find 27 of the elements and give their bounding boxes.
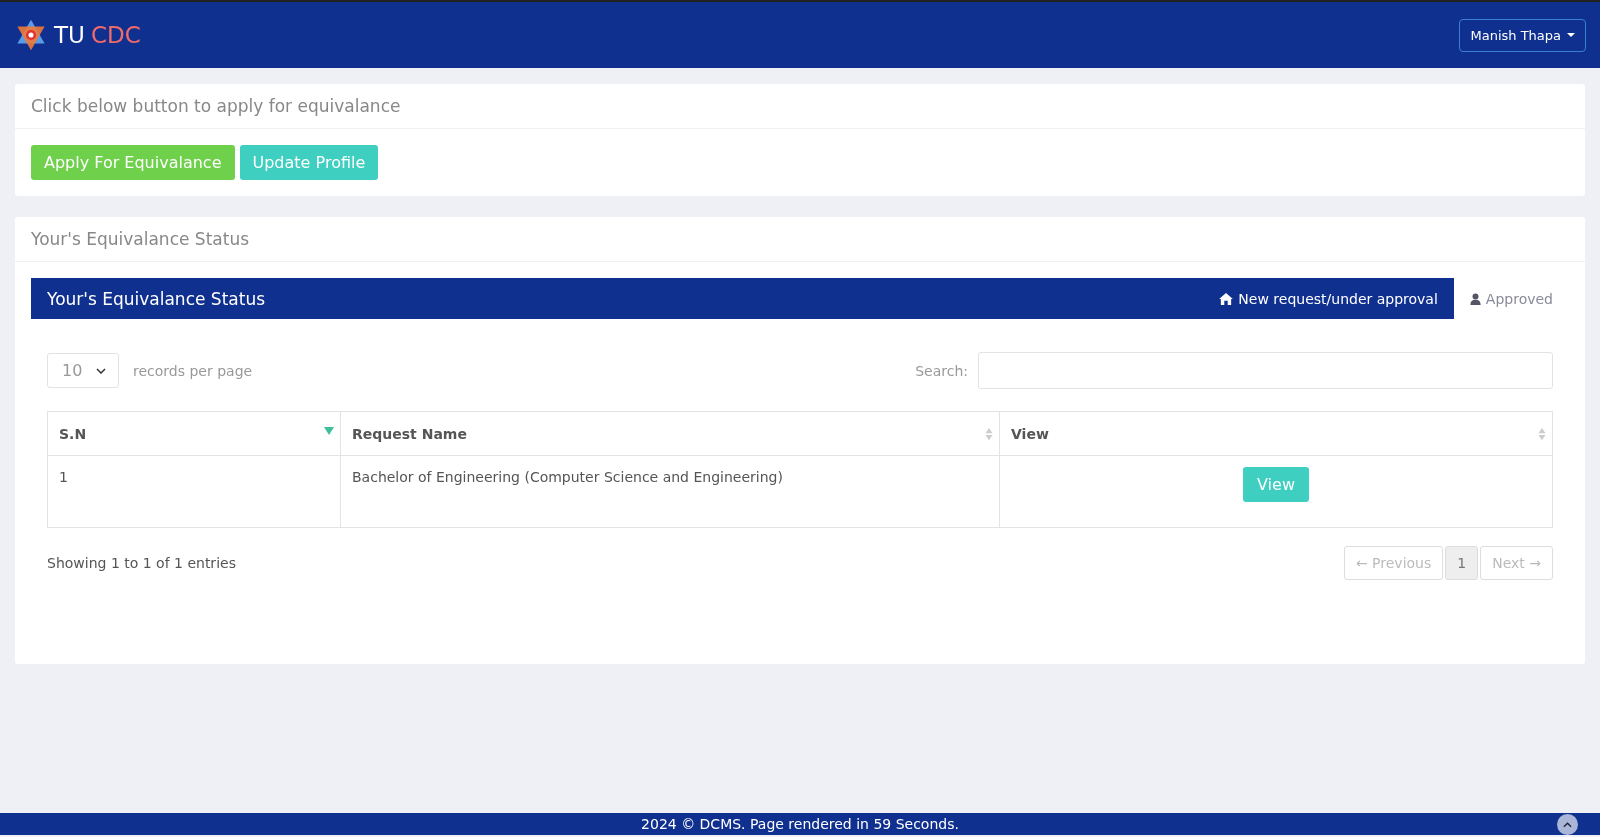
card-title: Click below button to apply for equivalance [15, 84, 1585, 129]
house-icon [1219, 292, 1234, 305]
user-icon [1469, 292, 1481, 305]
search-field[interactable] [978, 352, 1553, 389]
table-cell: Bachelor of Engineering (Computer Science and Engineering) [352, 469, 783, 485]
chevron-up-icon [1563, 821, 1572, 828]
column-header[interactable]: S.N [47, 411, 341, 456]
profile-button[interactable]: Update Profile [239, 145, 379, 180]
pagination-button[interactable]: 1 [1445, 546, 1479, 580]
table-cell: 1 [59, 469, 68, 485]
column-header[interactable]: Request Name [340, 411, 1000, 456]
apply-button[interactable]: Apply For Equivalance [31, 145, 235, 180]
user-menu-button[interactable]: Manish Thapa [1459, 18, 1586, 52]
scroll-top-button[interactable] [1557, 814, 1578, 835]
panel-title: Your's Equivalance Status [47, 288, 266, 309]
page-size-select[interactable]: 10 [47, 353, 119, 388]
footer-text: 2024 © DCMS. Page rendered in 59 Seconds. [641, 816, 959, 832]
caret-icon [1567, 33, 1575, 37]
brand-name-accent: CDC [90, 22, 141, 48]
page-size-label: records per page [133, 362, 253, 379]
view-button[interactable]: View [1243, 467, 1309, 502]
brand-name: TU [54, 22, 85, 48]
search-label: Search: [915, 362, 968, 379]
card-title: Your's Equivalance Status [15, 217, 1585, 262]
column-header[interactable]: View [999, 411, 1553, 456]
chevron-down-icon [96, 367, 106, 374]
entries-info: Showing 1 to 1 of 1 entries [47, 555, 236, 571]
